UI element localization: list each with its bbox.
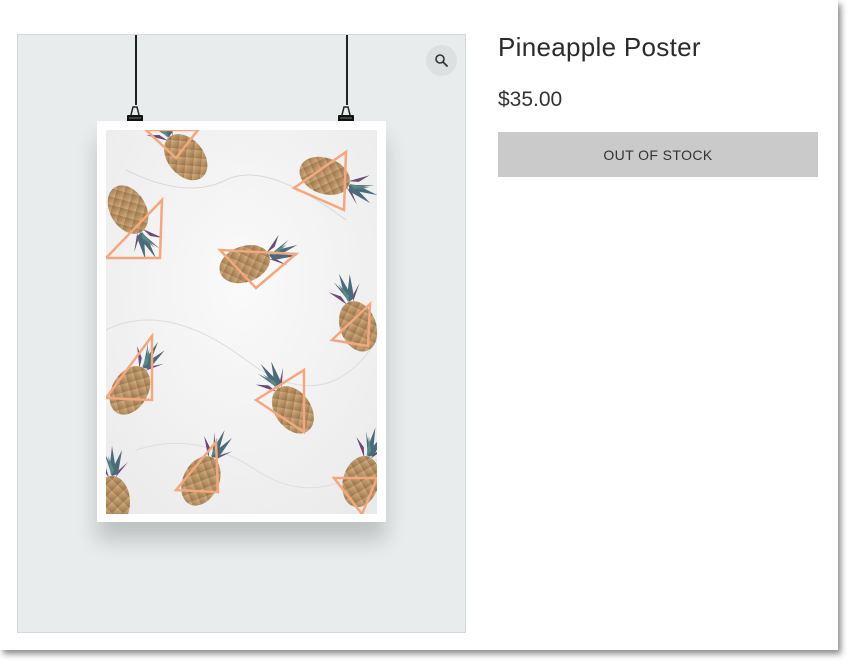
pineapple-pattern [106, 130, 377, 514]
poster-artwork [106, 130, 377, 514]
product-image-gallery[interactable] [17, 34, 466, 633]
product-page: Pineapple Poster $35.00 OUT OF STOCK [0, 0, 838, 650]
hanging-string-right [346, 35, 348, 105]
zoom-button[interactable] [426, 45, 457, 76]
poster-image [97, 121, 386, 522]
product-price: $35.00 [498, 88, 563, 111]
out-of-stock-button[interactable]: OUT OF STOCK [498, 132, 818, 177]
hanging-string-left [135, 35, 137, 105]
product-title: Pineapple Poster [498, 32, 701, 62]
magnifier-icon [435, 54, 448, 67]
